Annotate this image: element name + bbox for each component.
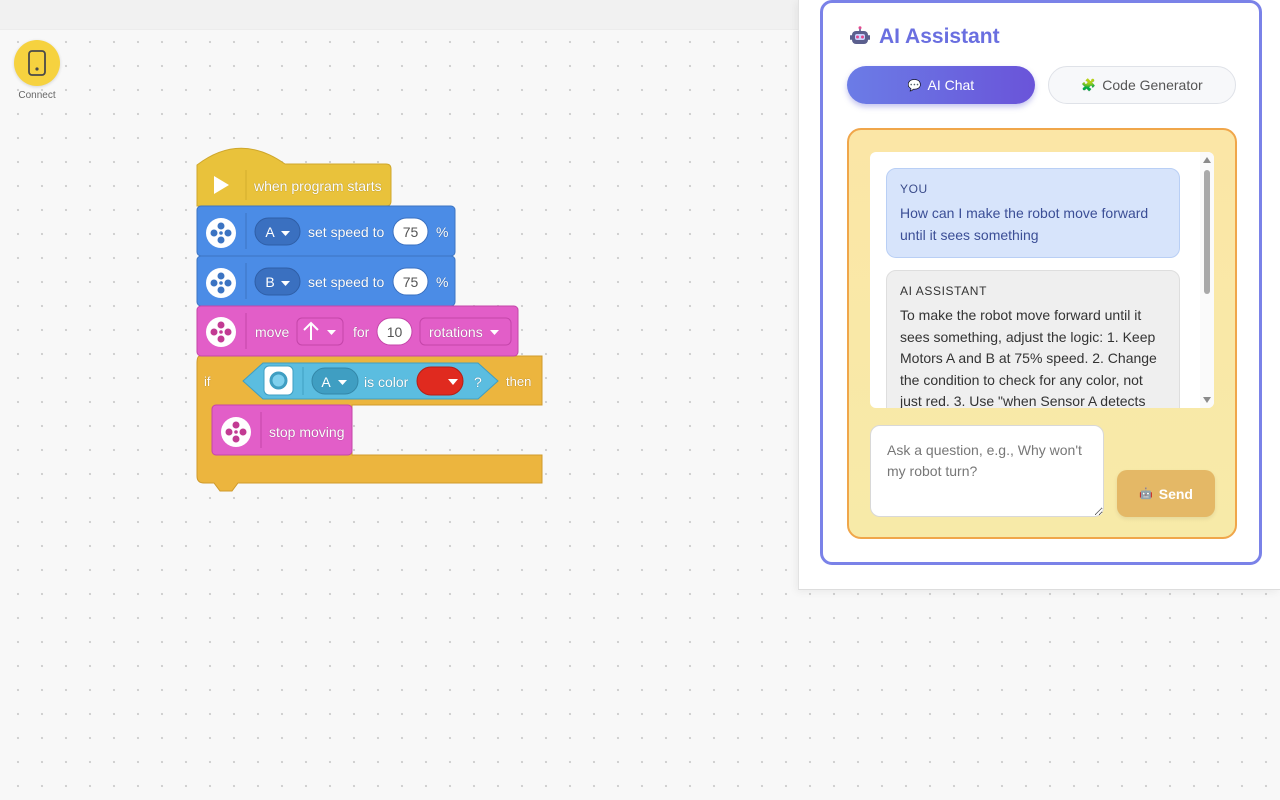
question-label: ? <box>474 374 482 390</box>
is-color-label: is color <box>364 374 409 390</box>
assistant-panel: AI Assistant 💬 AI Chat 🧩 Code Generator … <box>820 0 1262 565</box>
message-sender: YOU <box>900 182 928 196</box>
assistant-sidebar: AI Assistant 💬 AI Chat 🧩 Code Generator … <box>798 0 1280 590</box>
user-message: YOU How can I make the robot move forwar… <box>886 168 1180 258</box>
assistant-message: AI ASSISTANT To make the robot move forw… <box>886 270 1180 408</box>
puzzle-icon: 🧩 <box>1081 78 1097 92</box>
if-label: if <box>204 374 211 389</box>
robot-icon <box>850 26 870 44</box>
message-list[interactable]: YOU How can I make the robot move forwar… <box>870 152 1214 408</box>
movement-icon <box>221 417 251 447</box>
direction-dropdown <box>296 317 344 346</box>
percent-label: % <box>436 224 449 240</box>
message-sender: AI ASSISTANT <box>900 284 987 298</box>
start-block-label: when program starts <box>254 178 382 194</box>
message-scrollbar[interactable] <box>1200 152 1214 408</box>
rotation-amount-value[interactable]: 10 <box>377 324 412 340</box>
motor-a-value[interactable]: A <box>262 224 278 240</box>
panel-title: AI Assistant <box>879 25 1000 48</box>
robot-icon: 🤖 <box>1139 488 1153 500</box>
scroll-up-arrow-icon[interactable] <box>1203 157 1211 163</box>
speed-b-value[interactable]: 75 <box>393 274 428 290</box>
sensor-port-value[interactable]: A <box>318 374 334 390</box>
set-speed-label: set speed to <box>308 274 385 290</box>
move-label: move <box>255 324 290 340</box>
tab-ai-chat[interactable]: 💬 AI Chat <box>847 66 1035 104</box>
speech-bubble-icon: 💬 <box>907 79 922 92</box>
stop-moving-label: stop moving <box>269 424 345 440</box>
chat-container: YOU How can I make the robot move forwar… <box>847 128 1237 539</box>
tab-code-generator-label: Code Generator <box>1102 77 1203 93</box>
scroll-down-arrow-icon[interactable] <box>1203 397 1211 403</box>
set-speed-label: set speed to <box>308 224 385 240</box>
message-text: How can I make the robot move forward un… <box>900 205 1149 243</box>
motor-b-value[interactable]: B <box>262 274 278 290</box>
motor-icon <box>206 218 236 248</box>
message-text: To make the robot move forward until it … <box>900 307 1157 408</box>
panel-header: AI Assistant <box>849 25 1000 49</box>
send-button[interactable]: 🤖 Send <box>1117 470 1215 517</box>
then-label: then <box>506 374 532 389</box>
tab-code-generator[interactable]: 🧩 Code Generator <box>1048 66 1236 104</box>
tab-ai-chat-label: AI Chat <box>927 77 975 93</box>
program-canvas: when program starts A set speed to 75 % … <box>0 0 560 500</box>
motor-icon <box>206 268 236 298</box>
unit-value[interactable]: rotations <box>429 324 483 340</box>
movement-icon <box>206 317 236 347</box>
percent-label: % <box>436 274 449 290</box>
for-label: for <box>353 324 370 340</box>
speed-a-value[interactable]: 75 <box>393 224 428 240</box>
send-label: Send <box>1158 485 1193 502</box>
scroll-thumb[interactable] <box>1204 170 1210 294</box>
chat-input[interactable] <box>870 425 1104 517</box>
